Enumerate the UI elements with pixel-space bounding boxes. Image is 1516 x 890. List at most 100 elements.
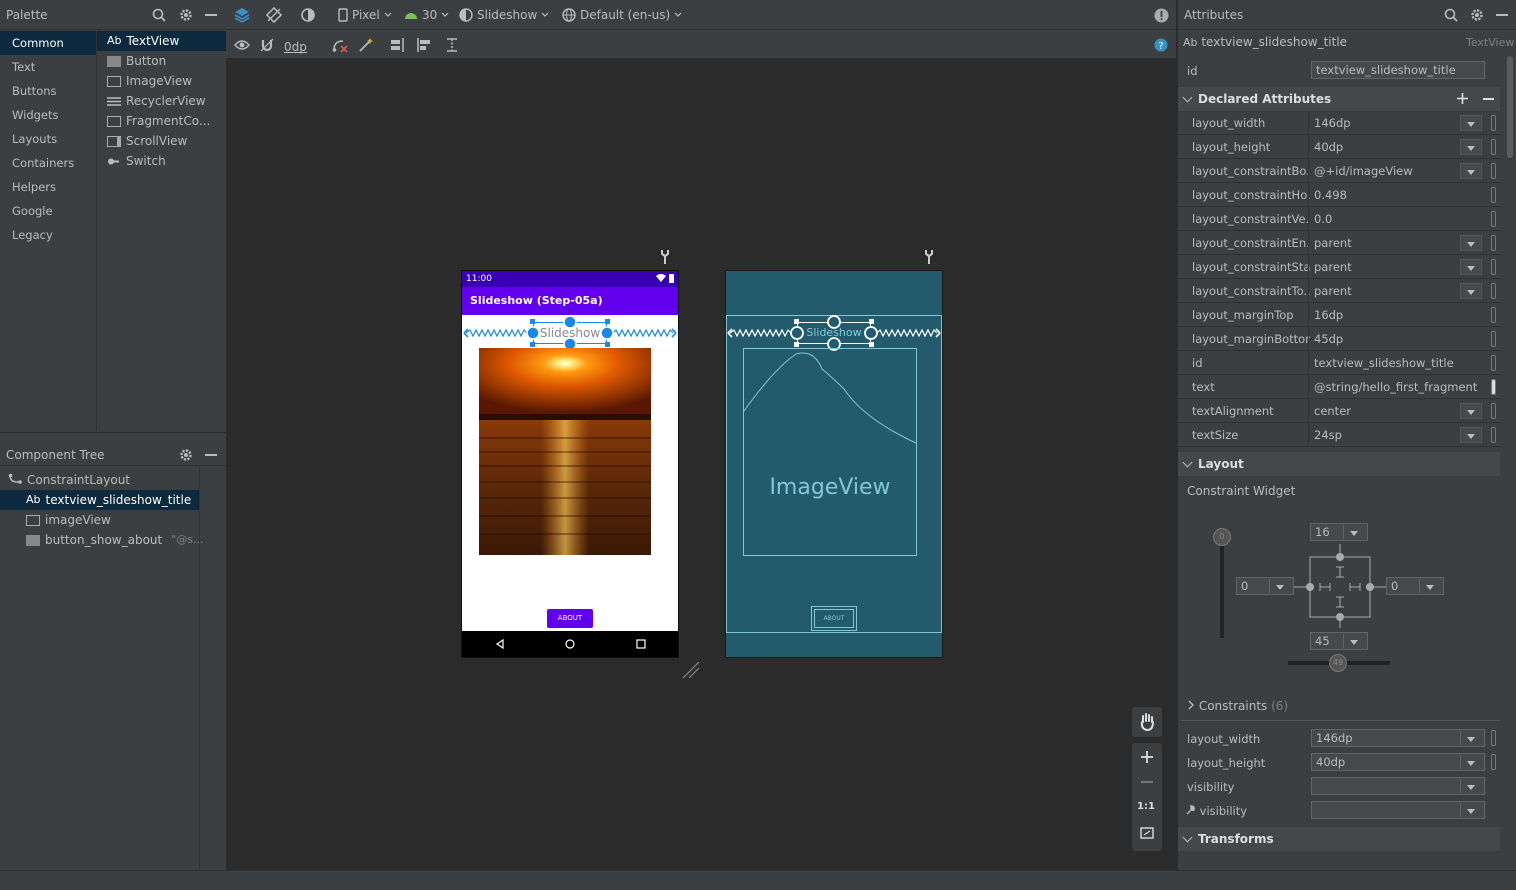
declared-attribute-row[interactable]: textAlignment center	[1178, 399, 1500, 423]
declared-attribute-row[interactable]: id textview_slideshow_title	[1178, 351, 1500, 375]
declared-attribute-row[interactable]: layout_constraintVe... 0.0	[1178, 207, 1500, 231]
help-icon[interactable]: ?	[1154, 30, 1168, 59]
pin-icon[interactable]	[1491, 139, 1496, 155]
locale-selector[interactable]: Default (en-us)	[562, 0, 682, 30]
zoom-fit-icon[interactable]	[1140, 827, 1154, 839]
pack-icon[interactable]	[390, 30, 406, 59]
blueprint-selection-handles[interactable]	[786, 315, 882, 351]
warning-icon[interactable]	[1154, 0, 1169, 30]
dropdown-button[interactable]	[1460, 115, 1482, 131]
clear-constraints-icon[interactable]	[332, 30, 348, 59]
pin-icon[interactable]	[1491, 754, 1496, 770]
about-button[interactable]: ABOUT	[547, 609, 593, 628]
magnet-icon[interactable]	[260, 30, 274, 59]
attribute-value[interactable]: parent	[1314, 260, 1352, 274]
bottom-width-field[interactable]: 146dp	[1311, 729, 1485, 747]
guidelines-icon[interactable]	[444, 30, 460, 59]
sunset-image[interactable]	[479, 348, 651, 555]
pin-icon[interactable]	[1491, 403, 1496, 419]
minimize-icon[interactable]	[1496, 14, 1508, 16]
blueprint-imageview[interactable]: ImageView	[743, 348, 917, 556]
declared-attribute-row[interactable]: layout_constraintHo... 0.498	[1178, 183, 1500, 207]
palette-item-switch[interactable]: Switch	[97, 151, 226, 171]
declared-attribute-row[interactable]: layout_width 146dp	[1178, 111, 1500, 135]
minimize-icon[interactable]	[205, 14, 217, 16]
attribute-value[interactable]: center	[1314, 404, 1351, 418]
id-field[interactable]: textview_slideshow_title	[1311, 61, 1485, 79]
palette-item-fragmentcontainer[interactable]: FragmentCo...	[97, 111, 226, 131]
gear-icon[interactable]	[1470, 8, 1484, 22]
zoom-actual-size[interactable]: 1:1	[1137, 801, 1155, 812]
wrench-icon[interactable]	[924, 249, 934, 265]
margin-top-field[interactable]: 16	[1310, 523, 1368, 541]
dropdown-button[interactable]	[1460, 403, 1482, 419]
pin-icon[interactable]	[1491, 259, 1496, 275]
declared-attribute-row[interactable]: layout_constraintTo... parent	[1178, 279, 1500, 303]
vertical-bias-slider[interactable]	[1220, 532, 1224, 638]
category-google[interactable]: Google	[0, 199, 96, 223]
vertical-bias-thumb[interactable]: 0	[1213, 528, 1231, 546]
declared-attribute-row[interactable]: text @string/hello_first_fragment	[1178, 375, 1500, 399]
pin-icon[interactable]	[1491, 163, 1496, 179]
visibility-field[interactable]	[1311, 777, 1485, 795]
attribute-value[interactable]: 0.498	[1314, 188, 1347, 202]
gear-icon[interactable]	[179, 8, 193, 22]
constraints-row[interactable]: Constraints (6)	[1187, 699, 1288, 713]
category-legacy[interactable]: Legacy	[0, 223, 96, 247]
dropdown-button[interactable]	[1460, 235, 1482, 251]
attribute-value[interactable]: 0.0	[1314, 212, 1332, 226]
constraint-box-diagram[interactable]	[1294, 544, 1386, 628]
bottom-height-field[interactable]: 40dp	[1311, 753, 1485, 771]
attribute-value[interactable]: 45dp	[1314, 332, 1343, 346]
default-margin[interactable]: 0dp	[284, 24, 307, 54]
palette-item-button[interactable]: Button	[97, 51, 226, 71]
category-widgets[interactable]: Widgets	[0, 103, 96, 127]
attribute-value[interactable]: @+id/imageView	[1314, 164, 1413, 178]
dropdown-button[interactable]	[1460, 163, 1482, 179]
zoom-out-icon[interactable]	[1141, 781, 1153, 783]
pin-icon[interactable]	[1491, 730, 1496, 746]
pin-icon[interactable]	[1491, 355, 1496, 371]
palette-item-imageview[interactable]: ImageView	[97, 71, 226, 91]
declared-attribute-row[interactable]: layout_constraintSta... parent	[1178, 255, 1500, 279]
gear-icon[interactable]	[179, 448, 193, 462]
back-icon[interactable]	[495, 639, 505, 649]
attribute-value[interactable]: parent	[1314, 236, 1352, 250]
pin-icon[interactable]	[1491, 283, 1496, 299]
eye-icon[interactable]	[234, 30, 250, 59]
search-icon[interactable]	[1444, 8, 1458, 22]
add-attribute-icon[interactable]	[1457, 93, 1468, 104]
declared-attribute-row[interactable]: layout_constraintEn... parent	[1178, 231, 1500, 255]
dropdown-button[interactable]	[1460, 259, 1482, 275]
palette-item-textview[interactable]: Ab TextView	[97, 31, 226, 51]
wrench-icon[interactable]	[660, 249, 670, 265]
declared-attribute-row[interactable]: textSize 24sp	[1178, 423, 1500, 447]
palette-item-scrollview[interactable]: ScrollView	[97, 131, 226, 151]
margin-right-field[interactable]: 0	[1386, 577, 1444, 595]
scrollbar[interactable]	[1507, 56, 1513, 158]
remove-attribute-icon[interactable]	[1483, 98, 1494, 100]
transforms-section-header[interactable]: Transforms	[1178, 827, 1500, 851]
category-layouts[interactable]: Layouts	[0, 127, 96, 151]
device-selector[interactable]: Pixel	[338, 0, 392, 30]
margin-bottom-field[interactable]: 45	[1310, 632, 1368, 650]
infer-constraints-icon[interactable]	[358, 30, 374, 59]
category-common[interactable]: Common	[0, 31, 96, 55]
category-text[interactable]: Text	[0, 55, 96, 79]
blueprint-preview[interactable]: Slideshow ImageView ABOUT	[725, 270, 943, 658]
pin-icon[interactable]	[1491, 235, 1496, 251]
tree-item-imageview[interactable]: imageView	[0, 510, 199, 530]
resize-handle-icon[interactable]	[682, 661, 700, 679]
pin-icon[interactable]	[1491, 115, 1496, 131]
palette-item-recyclerview[interactable]: RecyclerView	[97, 91, 226, 111]
attribute-value[interactable]: parent	[1314, 284, 1352, 298]
pin-icon[interactable]	[1491, 307, 1496, 323]
attribute-value[interactable]: textview_slideshow_title	[1314, 356, 1454, 370]
layout-section-header[interactable]: Layout	[1178, 452, 1500, 476]
attribute-value[interactable]: 16dp	[1314, 308, 1343, 322]
category-buttons[interactable]: Buttons	[0, 79, 96, 103]
margin-left-field[interactable]: 0	[1236, 577, 1294, 595]
theme-selector[interactable]: Slideshow	[459, 0, 549, 30]
tree-item-button[interactable]: button_show_about "@s...	[0, 530, 204, 550]
horizontal-bias-thumb[interactable]: 49	[1329, 654, 1347, 672]
